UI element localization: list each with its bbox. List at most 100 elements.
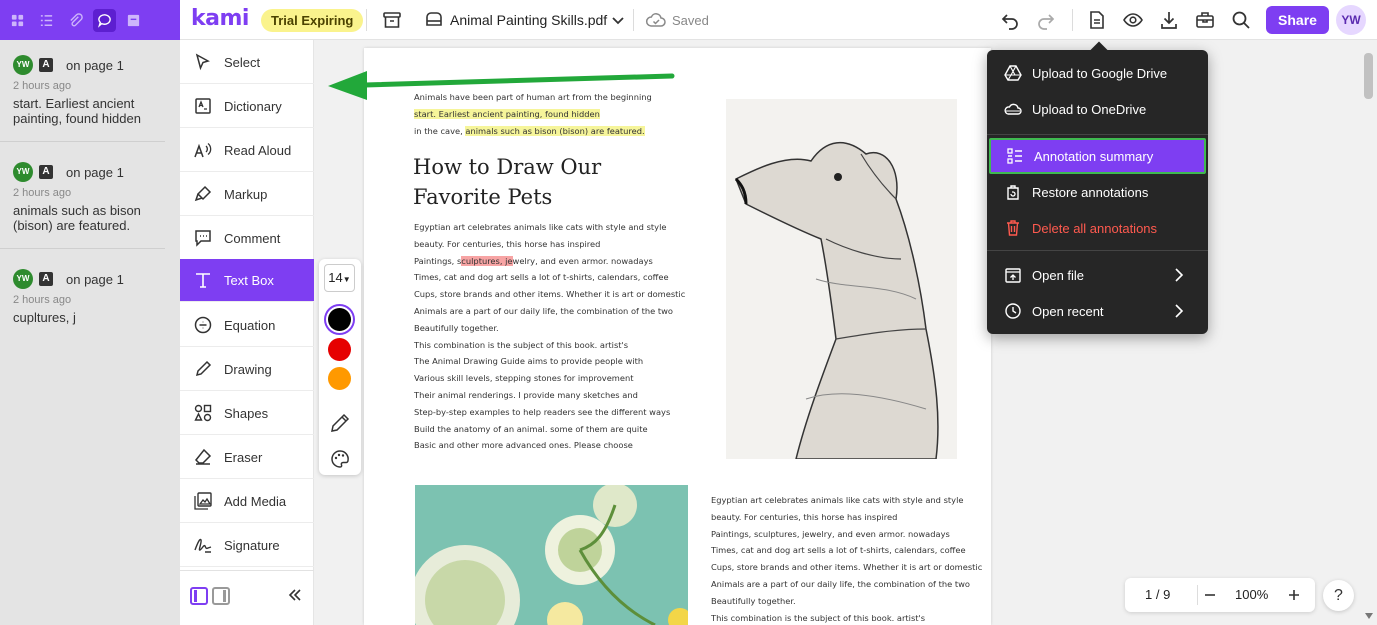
zoom-bar: 1 / 9 100%	[1125, 578, 1315, 612]
color-swatch-black[interactable]	[328, 308, 351, 331]
scroll-down-icon[interactable]	[1365, 613, 1373, 619]
comment-card[interactable]: YW A on page 1 2 hours ago start. Earlie…	[0, 54, 165, 126]
menu-item-restore-annotations[interactable]: Restore annotations	[987, 174, 1208, 210]
doc-line: beauty. For centuries, this horse has in…	[414, 238, 601, 249]
menu-item-open-recent[interactable]: Open recent	[987, 293, 1208, 329]
tool-equation[interactable]: Equation	[180, 304, 314, 347]
search-icon[interactable]	[1230, 9, 1252, 31]
tool-shapes[interactable]: Shapes	[180, 392, 314, 435]
doc-line: Their animal renderings. I provide many …	[414, 389, 638, 400]
title-line: How to Draw Our	[413, 155, 602, 179]
menu-item-upload-google-drive[interactable]: Upload to Google Drive	[987, 55, 1208, 91]
outline-list-icon[interactable]	[35, 9, 58, 32]
highlighted-text[interactable]: culptures, je	[461, 255, 513, 266]
document-menu-icon[interactable]	[1086, 9, 1108, 31]
highlighted-text[interactable]: start. Earliest ancient painting, found …	[414, 108, 600, 119]
archive-icon[interactable]	[381, 9, 403, 31]
redo-icon[interactable]	[1035, 9, 1057, 31]
comment-page[interactable]: on page 1	[66, 165, 124, 180]
open-file-icon	[1003, 266, 1022, 285]
tool-label: Add Media	[224, 493, 287, 509]
color-swatch-orange[interactable]	[328, 367, 351, 390]
palette-icon[interactable]	[329, 448, 351, 470]
doc-line: Paintings, sculptures, jewelry, and even…	[711, 528, 950, 539]
tool-label: Markup	[224, 186, 268, 202]
collapse-icon[interactable]	[284, 585, 304, 605]
cloud-icon	[645, 9, 667, 31]
comment-card[interactable]: YW A on page 1 2 hours ago animals such …	[0, 161, 165, 233]
tool-comment[interactable]: Comment	[180, 217, 314, 260]
tool-eraser[interactable]: Eraser	[180, 436, 314, 479]
menu-item-label: Open recent	[1032, 303, 1104, 319]
download-icon[interactable]	[1158, 9, 1180, 31]
tool-label: Dictionary	[224, 98, 282, 114]
google-drive-icon	[1003, 64, 1022, 83]
comment-time: 2 hours ago	[13, 187, 72, 199]
apps-grid-icon[interactable]	[6, 9, 29, 32]
file-name[interactable]: Animal Painting Skills.pdf	[450, 12, 607, 28]
help-button[interactable]: ?	[1323, 580, 1354, 611]
scrollbar[interactable]	[1361, 41, 1377, 625]
comment-card[interactable]: YW A on page 1 2 hours ago cupltures, j	[0, 268, 165, 325]
highlighted-text[interactable]: animals such as bison (bison) are featur…	[465, 125, 645, 136]
share-button[interactable]: Share	[1266, 6, 1329, 34]
comment-avatar: YW	[13, 162, 33, 182]
tools-footer	[180, 570, 314, 625]
trial-expiring-badge[interactable]: Trial Expiring	[261, 9, 364, 32]
view-icon[interactable]	[1122, 9, 1144, 31]
read-aloud-icon	[192, 139, 214, 161]
comment-page[interactable]: on page 1	[66, 58, 124, 73]
menu-item-annotation-summary[interactable]: Annotation summary	[989, 138, 1206, 174]
clock-icon	[1003, 302, 1022, 321]
tool-label: Read Aloud	[224, 142, 292, 158]
toolbox-icon[interactable]	[1194, 9, 1216, 31]
comments-icon[interactable]	[93, 8, 116, 32]
eyedropper-icon[interactable]	[329, 412, 351, 434]
chevron-down-icon[interactable]	[607, 10, 629, 32]
thumbnails-icon[interactable]	[122, 9, 145, 32]
pdf-page[interactable]: Animals have been part of human art from…	[364, 48, 991, 625]
zoom-in-icon[interactable]	[1287, 588, 1301, 602]
doc-line: beauty. For centuries, this horse has in…	[711, 511, 898, 522]
comment-page[interactable]: on page 1	[66, 272, 124, 287]
tool-markup[interactable]: Markup	[180, 173, 314, 216]
menu-item-open-file[interactable]: Open file	[987, 257, 1208, 293]
onedrive-icon	[1003, 100, 1022, 119]
textbox-options: 14▼	[319, 259, 361, 475]
comment-time: 2 hours ago	[13, 294, 72, 306]
file-icon	[423, 9, 445, 31]
page-indicator[interactable]: 1 / 9	[1145, 587, 1170, 602]
tool-text-box[interactable]: Text Box	[180, 259, 314, 302]
chevron-right-icon	[1175, 304, 1184, 318]
tool-select[interactable]: Select	[180, 41, 314, 84]
zoom-out-icon[interactable]	[1203, 588, 1217, 602]
tool-add-media[interactable]: Add Media	[180, 480, 314, 523]
tool-read-aloud[interactable]: Read Aloud	[180, 129, 314, 172]
tool-drawing[interactable]: Drawing	[180, 348, 314, 391]
comment-icon	[192, 227, 214, 249]
right-dock-icon[interactable]	[212, 587, 230, 605]
shapes-icon	[192, 402, 214, 424]
menu-item-delete-all-annotations[interactable]: Delete all annotations	[987, 210, 1208, 246]
signature-icon	[192, 534, 214, 556]
attachment-icon[interactable]	[64, 9, 87, 32]
divider	[987, 250, 1208, 251]
scrollbar-thumb[interactable]	[1364, 53, 1373, 99]
title-line: Favorite Pets	[413, 185, 553, 209]
divider	[0, 141, 165, 142]
tool-dictionary[interactable]: Dictionary	[180, 85, 314, 128]
zoom-level[interactable]: 100%	[1235, 587, 1268, 602]
menu-item-upload-onedrive[interactable]: Upload to OneDrive	[987, 91, 1208, 127]
font-size-select[interactable]: 14▼	[324, 264, 355, 292]
tool-signature[interactable]: Signature	[180, 524, 314, 567]
tools-panel: Select Dictionary Read Aloud Markup Comm…	[180, 40, 314, 625]
divider	[1197, 585, 1198, 605]
tool-label: Drawing	[224, 361, 272, 377]
doc-line: Egyptian art celebrates animals like cat…	[414, 222, 667, 232]
left-dock-icon[interactable]	[190, 587, 208, 605]
comment-avatar: YW	[13, 55, 33, 75]
color-swatch-red[interactable]	[328, 338, 351, 361]
kami-logo[interactable]: kami	[191, 6, 249, 31]
user-avatar[interactable]: YW	[1336, 5, 1366, 35]
undo-icon[interactable]	[999, 9, 1021, 31]
